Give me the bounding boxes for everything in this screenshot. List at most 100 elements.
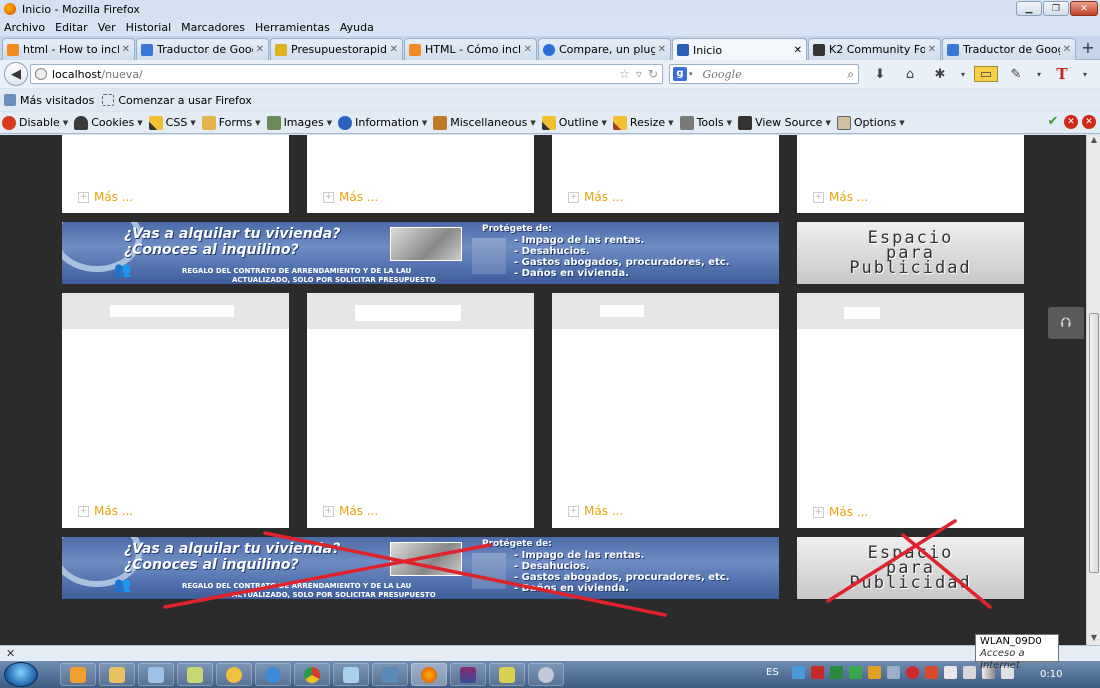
dev-resize[interactable]: Resize ▼ xyxy=(612,115,674,130)
history-dropdown-icon[interactable]: ▿ xyxy=(636,67,642,81)
check-icon[interactable]: ✔ xyxy=(1046,115,1060,129)
dev-tools[interactable]: Tools ▼ xyxy=(679,115,732,130)
tray-app-icon[interactable] xyxy=(830,666,843,679)
more-link[interactable]: + Más ... xyxy=(568,504,623,518)
taskbar-app[interactable] xyxy=(216,663,252,686)
search-input[interactable] xyxy=(702,67,843,81)
eyedropper-icon[interactable]: ✎ xyxy=(1004,64,1028,84)
back-button[interactable]: ◀ xyxy=(4,62,28,86)
error-icon[interactable]: ✕ xyxy=(1064,115,1078,129)
bookmark-mas-visitados[interactable]: Más visitados xyxy=(4,94,94,107)
bookmark-comenzar-firefox[interactable]: Comenzar a usar Firefox xyxy=(102,94,252,107)
tab-close-icon[interactable]: ✕ xyxy=(122,44,130,55)
engine-dropdown-icon[interactable]: ▾ xyxy=(689,70,693,78)
addon-dropdown-icon[interactable]: ▾ xyxy=(958,64,968,84)
ruler-icon[interactable]: ▭ xyxy=(974,66,998,82)
dev-options[interactable]: Options ▼ xyxy=(836,115,905,130)
maximize-button[interactable]: ❐ xyxy=(1043,1,1069,16)
vertical-scrollbar[interactable]: ▲ ▼ xyxy=(1086,135,1100,645)
new-tab-button[interactable]: + xyxy=(1078,39,1098,59)
scroll-down-icon[interactable]: ▼ xyxy=(1087,633,1100,642)
eyedropper-dropdown-icon[interactable]: ▾ xyxy=(1034,64,1044,84)
dev-forms[interactable]: Forms ▼ xyxy=(201,115,261,130)
tab-close-icon[interactable]: ✕ xyxy=(794,45,802,56)
start-button[interactable] xyxy=(4,662,38,687)
tray-network-icon[interactable] xyxy=(792,666,805,679)
more-link[interactable]: + Más ... xyxy=(813,190,868,204)
minimize-button[interactable]: ▁ xyxy=(1016,1,1042,16)
dev-information[interactable]: Information ▼ xyxy=(338,115,427,130)
tab-html-como[interactable]: HTML - Cómo incl... ✕ xyxy=(404,38,537,60)
close-window-button[interactable]: ✕ xyxy=(1070,1,1098,16)
language-indicator[interactable]: ES xyxy=(766,667,779,678)
search-icon[interactable]: ⌕ xyxy=(847,67,854,82)
tab-close-icon[interactable]: ✕ xyxy=(1063,44,1071,55)
download-icon[interactable]: ⬇ xyxy=(868,64,892,84)
dev-view-source[interactable]: View Source ▼ xyxy=(738,115,831,130)
tray-device-icon[interactable] xyxy=(963,666,976,679)
scroll-up-icon[interactable]: ▲ xyxy=(1087,135,1100,144)
menu-editar[interactable]: Editar xyxy=(55,21,88,34)
tab-traductor-1[interactable]: Traductor de Google ✕ xyxy=(136,38,269,60)
more-link[interactable]: + Más ... xyxy=(568,190,623,204)
menu-ayuda[interactable]: Ayuda xyxy=(340,21,374,34)
taskbar-media-player[interactable] xyxy=(60,663,96,686)
taskbar-firefox[interactable] xyxy=(411,663,447,686)
dev-disable[interactable]: Disable ▼ xyxy=(2,115,68,130)
tab-close-icon[interactable]: ✕ xyxy=(524,44,532,55)
menu-historial[interactable]: Historial xyxy=(126,21,171,34)
tray-w-icon[interactable] xyxy=(849,666,862,679)
dev-images[interactable]: Images ▼ xyxy=(266,115,332,130)
taskbar-chrome[interactable] xyxy=(294,663,330,686)
text-dropdown-icon[interactable]: ▾ xyxy=(1080,64,1090,84)
tab-close-icon[interactable]: ✕ xyxy=(390,44,398,55)
tray-flag-icon[interactable] xyxy=(944,666,957,679)
more-link[interactable]: + Más ... xyxy=(323,504,378,518)
rental-banner[interactable]: 👥 ¿Vas a alquilar tu vivienda? ¿Conoces … xyxy=(62,222,779,284)
tab-inicio[interactable]: Inicio ✕ xyxy=(672,38,807,61)
tab-close-icon[interactable]: ✕ xyxy=(256,44,264,55)
text-tool-icon[interactable]: T xyxy=(1050,64,1074,84)
tab-k2-community[interactable]: K2 Community For... ✕ xyxy=(808,38,941,60)
google-search-engine-icon[interactable]: g xyxy=(673,67,687,81)
close-toolbar-icon[interactable]: ✕ xyxy=(1082,115,1096,129)
bookmark-star-icon[interactable]: ☆ xyxy=(619,67,630,81)
rental-banner[interactable]: 👥 ¿Vas a alquilar tu vivienda? ¿Conoces … xyxy=(62,537,779,599)
dev-css[interactable]: CSS ▼ xyxy=(148,115,196,130)
menu-herramientas[interactable]: Herramientas xyxy=(255,21,330,34)
home-icon[interactable]: ⌂ xyxy=(898,64,922,84)
tray-app2-icon[interactable] xyxy=(925,666,938,679)
tab-close-icon[interactable]: ✕ xyxy=(658,44,666,55)
search-bar[interactable]: g ▾ ⌕ xyxy=(669,64,859,84)
tab-close-icon[interactable]: ✕ xyxy=(928,44,936,55)
menu-marcadores[interactable]: Marcadores xyxy=(181,21,245,34)
tab-html-how-to[interactable]: html - How to inclu... ✕ xyxy=(2,38,135,60)
taskbar-winrar[interactable] xyxy=(450,663,486,686)
taskbar-folders[interactable] xyxy=(177,663,213,686)
tab-presupuestorapido[interactable]: Presupuestorapido ... ✕ xyxy=(270,38,403,60)
tray-monitor-icon[interactable] xyxy=(887,666,900,679)
taskbar-ie[interactable] xyxy=(255,663,291,686)
dev-cookies[interactable]: Cookies ▼ xyxy=(74,115,143,130)
tab-traductor-2[interactable]: Traductor de Google ✕ xyxy=(942,38,1076,60)
taskbar-notes[interactable] xyxy=(138,663,174,686)
tab-compare[interactable]: Compare, un plugi... ✕ xyxy=(538,38,671,60)
taskbar-app3[interactable] xyxy=(528,663,564,686)
more-link[interactable]: + Más ... xyxy=(323,190,378,204)
taskbar-remote[interactable] xyxy=(372,663,408,686)
addon-icon[interactable]: ✱ xyxy=(928,64,952,84)
menu-archivo[interactable]: Archivo xyxy=(4,21,45,34)
close-addon-bar-icon[interactable]: ✕ xyxy=(6,647,15,660)
dev-miscellaneous[interactable]: Miscellaneous ▼ xyxy=(433,115,536,130)
more-link[interactable]: + Más ... xyxy=(78,190,133,204)
more-link[interactable]: + Más ... xyxy=(813,505,868,519)
taskbar-explorer[interactable] xyxy=(99,663,135,686)
tray-pdf-icon[interactable] xyxy=(811,666,824,679)
taskbar-editor[interactable] xyxy=(489,663,525,686)
share-icon[interactable]: ⮉ xyxy=(1048,307,1084,339)
tray-antivirus-icon[interactable] xyxy=(906,666,919,679)
ad-space[interactable]: Espacio para Publicidad xyxy=(797,222,1024,284)
tray-shield-icon[interactable] xyxy=(868,666,881,679)
dev-outline[interactable]: Outline ▼ xyxy=(541,115,607,130)
ad-space[interactable]: Espacio para Publicidad xyxy=(797,537,1024,599)
